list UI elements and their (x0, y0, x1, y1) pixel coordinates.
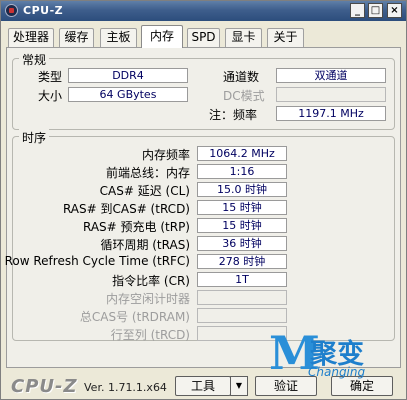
maximize-button[interactable]: □ (368, 3, 383, 18)
tab-graphics[interactable]: 显卡 (225, 28, 262, 47)
timing-label-trp: RAS# 预充电 (tRP) (82, 220, 190, 234)
timing-label-fsb-dram: 前端总线：内存 (105, 166, 190, 180)
timing-value-cas-latency: 15.0 时钟 (197, 182, 287, 197)
timing-label-cas-latency: CAS# 延迟 (CL) (99, 184, 190, 198)
tab-memory[interactable]: 内存 (141, 25, 183, 48)
size-label: 大小 (38, 89, 63, 103)
ok-button[interactable]: 确定 (331, 376, 393, 396)
type-label: 类型 (38, 70, 63, 84)
timing-label-tras: 循环周期 (tRAS) (100, 238, 190, 252)
timings-group: 时序 内存频率 1064.2 MHz 前端总线：内存 1:16 CAS# 延迟 … (5, 129, 395, 342)
timing-label-dram-idle-timer: 内存空闲计时器 (105, 292, 190, 306)
tools-dropdown-arrow-icon[interactable]: ▼ (230, 376, 248, 396)
timing-label-trcd: RAS# 到CAS# (tRCD) (62, 202, 190, 216)
size-value: 64 GBytes (68, 87, 188, 102)
timing-value-tras: 36 时钟 (197, 236, 287, 251)
title-bar[interactable]: CPU-Z _ □ × (1, 1, 406, 21)
timing-value-fsb-dram: 1:16 (197, 164, 287, 179)
tab-cache[interactable]: 缓存 (59, 28, 94, 47)
timing-value-dram-idle-timer (197, 290, 287, 305)
type-value: DDR4 (68, 68, 188, 83)
tab-mainboard[interactable]: 主板 (100, 28, 137, 47)
timing-value-trcd: 15 时钟 (197, 200, 287, 215)
note-frequency-label: 注：频率 (209, 108, 258, 122)
timing-value-trfc: 278 时钟 (197, 254, 287, 269)
memory-tab-panel: 常规 类型 DDR4 大小 64 GBytes 通道数 双通道 DC模式 注：频… (5, 47, 401, 368)
tools-button[interactable]: 工具 (175, 376, 231, 396)
dc-mode-label: DC模式 (223, 89, 265, 103)
watermark-logo-changing: Changing (308, 365, 366, 379)
general-group-title: 常规 (19, 51, 50, 68)
cpuz-window: CPU-Z _ □ × 处理器 缓存 主板 内存 SPD 显卡 关于 常规 类型… (0, 0, 407, 400)
window-title: CPU-Z (23, 4, 64, 17)
note-frequency-value: 1197.1 MHz (276, 106, 386, 121)
timing-value-dram-frequency: 1064.2 MHz (197, 146, 287, 161)
close-button[interactable]: × (387, 3, 402, 18)
cpuz-app-icon[interactable] (5, 4, 18, 17)
tab-spd[interactable]: SPD (187, 28, 220, 47)
general-group: 常规 类型 DDR4 大小 64 GBytes 通道数 双通道 DC模式 注：频… (12, 51, 395, 130)
timing-value-total-cas (197, 308, 287, 323)
channels-label: 通道数 (223, 70, 260, 84)
timing-value-command-rate: 1T (197, 272, 287, 287)
timing-label-dram-frequency: 内存频率 (141, 148, 190, 162)
tab-processor[interactable]: 处理器 (8, 28, 54, 47)
tab-about[interactable]: 关于 (267, 28, 304, 47)
timing-label-total-cas: 总CAS号 (tRDRAM) (79, 310, 190, 324)
timing-label-command-rate: 指令比率 (CR) (112, 274, 190, 288)
timing-label-row-to-column: 行至列 (tRCD) (110, 328, 190, 342)
timings-group-title: 时序 (19, 129, 50, 146)
version-label: Ver. 1.71.1.x64 (84, 381, 167, 394)
channels-value: 双通道 (276, 68, 386, 83)
timing-label-trfc: Row Refresh Cycle Time (tRFC) (4, 254, 190, 268)
minimize-button[interactable]: _ (350, 3, 365, 18)
dc-mode-value (276, 87, 386, 102)
timing-value-trp: 15 时钟 (197, 218, 287, 233)
cpuz-logo: CPU-Z (11, 376, 78, 397)
